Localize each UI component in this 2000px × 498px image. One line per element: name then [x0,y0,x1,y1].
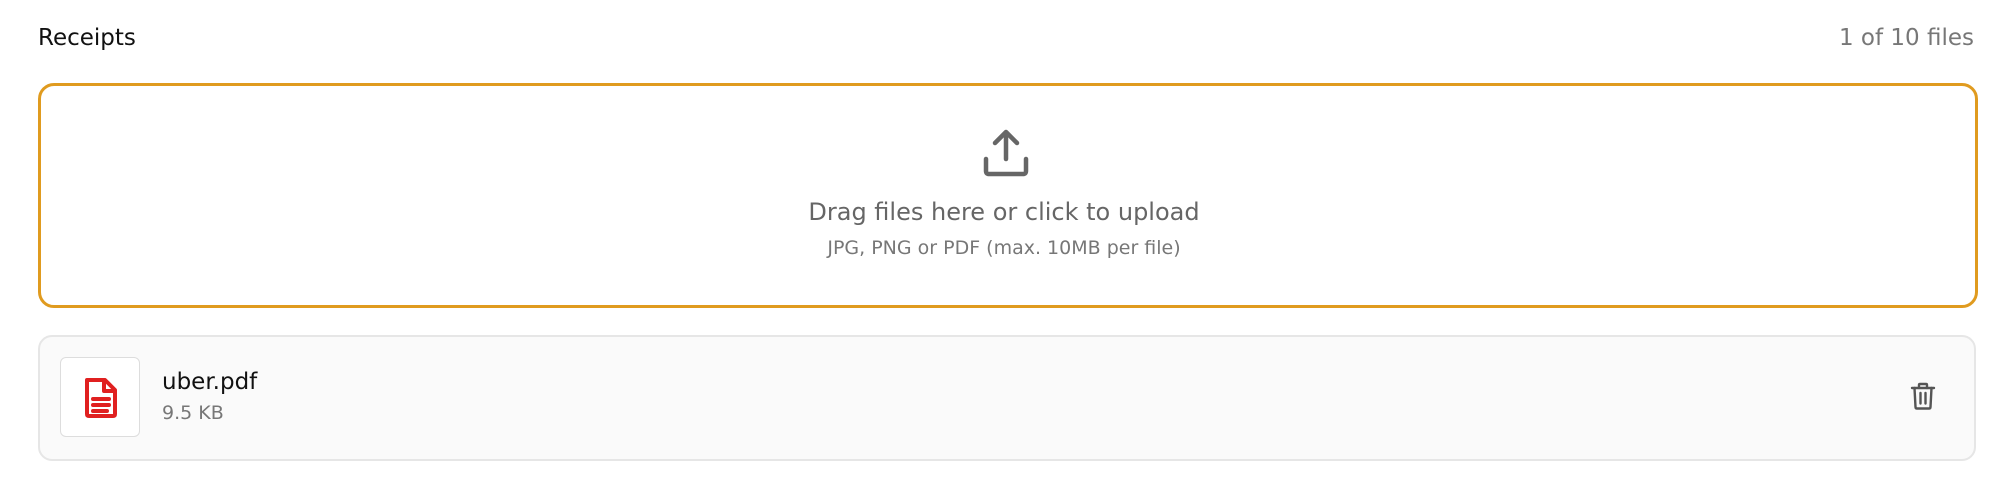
file-thumbnail [60,357,140,437]
dropzone-title: Drag files here or click to upload [808,198,1200,226]
trash-icon [1910,382,1936,414]
delete-file-button[interactable] [1905,380,1941,416]
file-list-item [38,335,1976,461]
file-size: 9.5 KB [162,402,224,424]
file-count: 1 of 10 files [1838,25,1974,51]
section-title: Receipts [38,25,136,51]
upload-icon [982,129,1030,177]
receipts-uploader: Receipts 1 of 10 files Drag files here o… [0,0,2000,498]
dropzone-subtitle: JPG, PNG or PDF (max. 10MB per file) [827,237,1181,259]
file-name: uber.pdf [162,369,258,395]
